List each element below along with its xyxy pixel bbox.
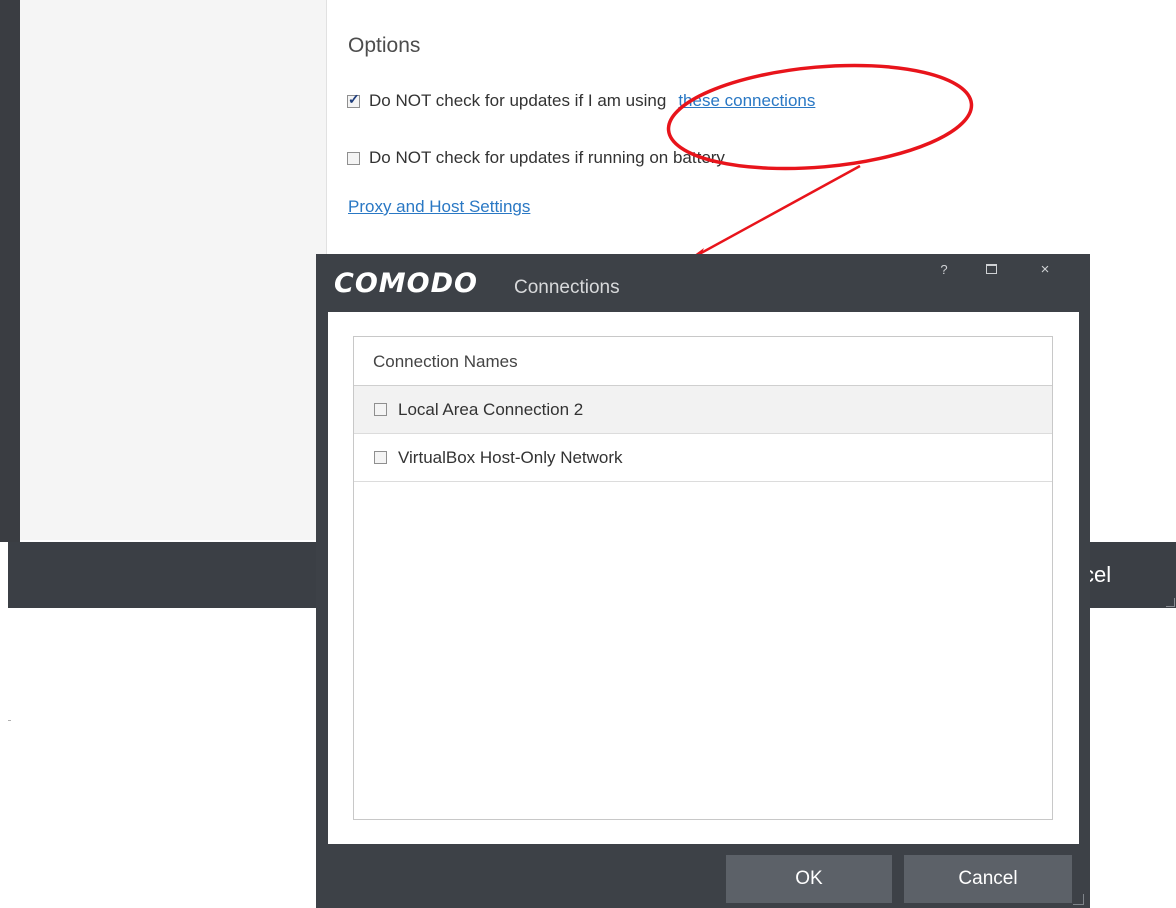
dialog-footer: OK Cancel [316, 844, 1090, 908]
comodo-logo: COMODO [334, 268, 478, 299]
dialog-titlebar[interactable]: COMODO Connections ? × [316, 254, 1090, 312]
dialog-title: Connections [514, 277, 620, 298]
annotation-arrow-line [691, 164, 861, 260]
dialog-resize-grip-icon[interactable] [1073, 894, 1084, 905]
connections-dialog: COMODO Connections ? × Connection Names … [316, 254, 1090, 908]
dialog-body: Connection Names Local Area Connection 2… [328, 312, 1079, 844]
list-item[interactable]: VirtualBox Host-Only Network [354, 434, 1052, 482]
help-button[interactable]: ? [933, 260, 955, 280]
annotation-ellipse [666, 63, 974, 171]
close-button[interactable]: × [1034, 260, 1056, 280]
connection-name: VirtualBox Host-Only Network [398, 447, 623, 467]
ok-button[interactable]: OK [726, 855, 892, 903]
connection-checkbox[interactable] [374, 451, 387, 464]
cancel-button[interactable]: Cancel [904, 855, 1072, 903]
list-item[interactable]: Local Area Connection 2 [354, 386, 1052, 434]
connections-list: Connection Names Local Area Connection 2… [353, 336, 1053, 820]
maximize-icon[interactable] [980, 260, 1002, 280]
screenshot-canvas: Options Do NOT check for updates if I am… [0, 0, 1176, 908]
connection-checkbox[interactable] [374, 403, 387, 416]
list-header-connection-names[interactable]: Connection Names [354, 337, 1052, 386]
connection-name: Local Area Connection 2 [398, 399, 584, 419]
